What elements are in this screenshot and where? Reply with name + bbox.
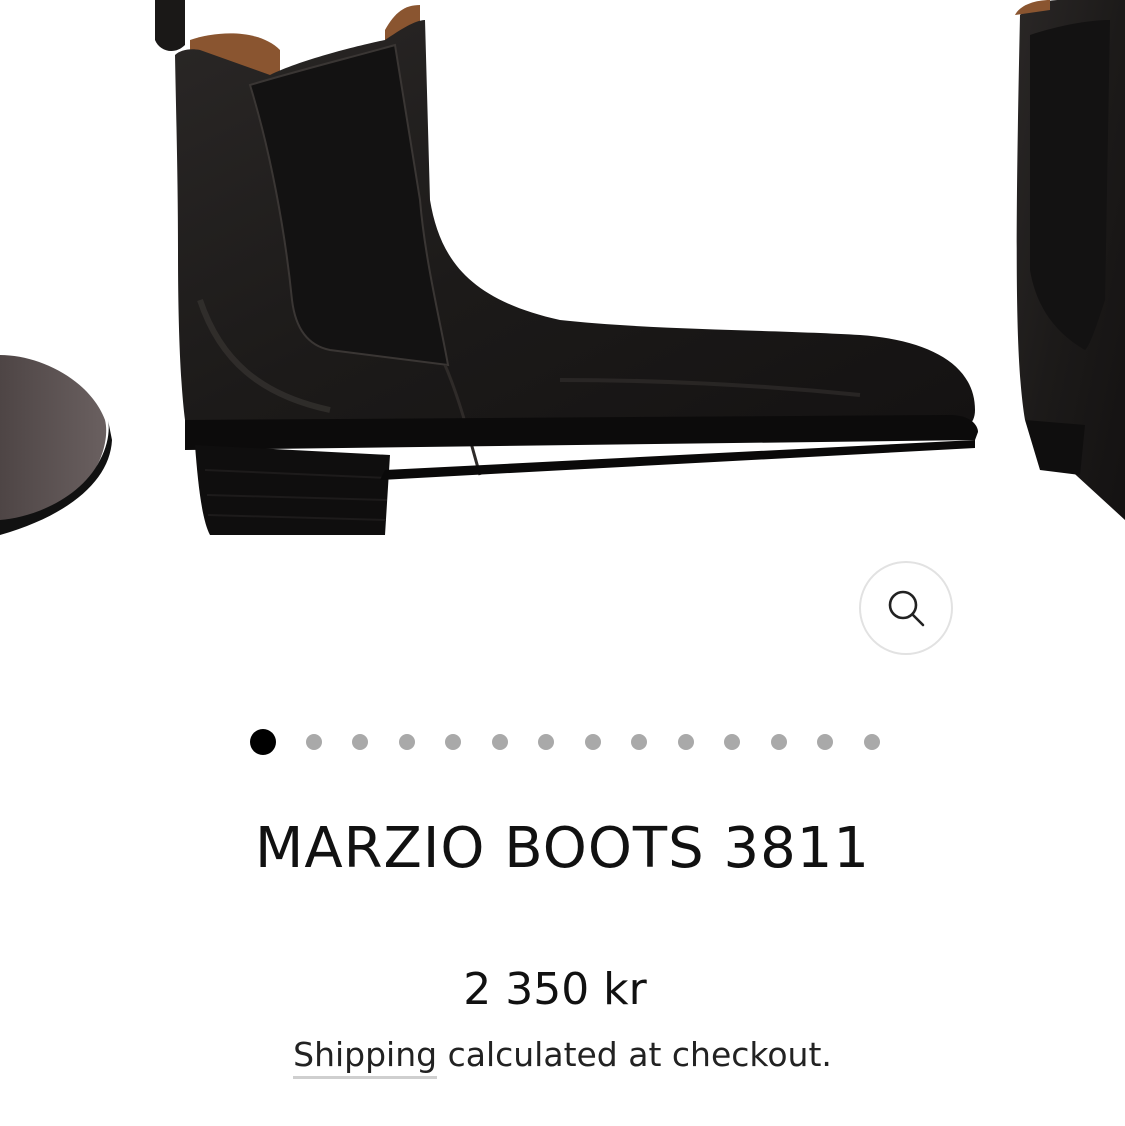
carousel-dot[interactable] — [352, 734, 368, 750]
carousel-dot[interactable] — [584, 734, 601, 750]
carousel-dot[interactable] — [491, 734, 508, 750]
carousel-dot[interactable] — [305, 734, 322, 750]
next-slide-peek — [1015, 0, 1125, 520]
carousel-dot[interactable] — [724, 734, 740, 750]
zoom-button[interactable] — [859, 561, 953, 655]
carousel-pagination — [0, 729, 1125, 759]
carousel-dot-active[interactable] — [250, 729, 276, 755]
product-image-carousel[interactable] — [0, 0, 1125, 700]
carousel-dot[interactable] — [398, 734, 415, 750]
carousel-dot[interactable] — [631, 734, 647, 750]
boot-image — [0, 0, 1125, 535]
carousel-dot[interactable] — [770, 734, 787, 750]
previous-slide-peek — [0, 355, 112, 535]
search-icon — [888, 590, 925, 627]
carousel-dot[interactable] — [817, 734, 833, 750]
main-boot — [155, 0, 978, 535]
carousel-dot[interactable] — [677, 734, 694, 750]
carousel-dot[interactable] — [445, 734, 461, 750]
product-title: MARZIO BOOTS 3811 — [255, 816, 870, 881]
shipping-policy-link[interactable]: Shipping — [293, 1035, 438, 1079]
shipping-note-text: calculated at checkout. — [437, 1035, 832, 1074]
product-price: 2 350 kr — [463, 964, 647, 1015]
carousel-dot[interactable] — [538, 734, 554, 750]
shipping-note: Shipping calculated at checkout. — [0, 1030, 1125, 1080]
carousel-dot[interactable] — [863, 734, 880, 750]
